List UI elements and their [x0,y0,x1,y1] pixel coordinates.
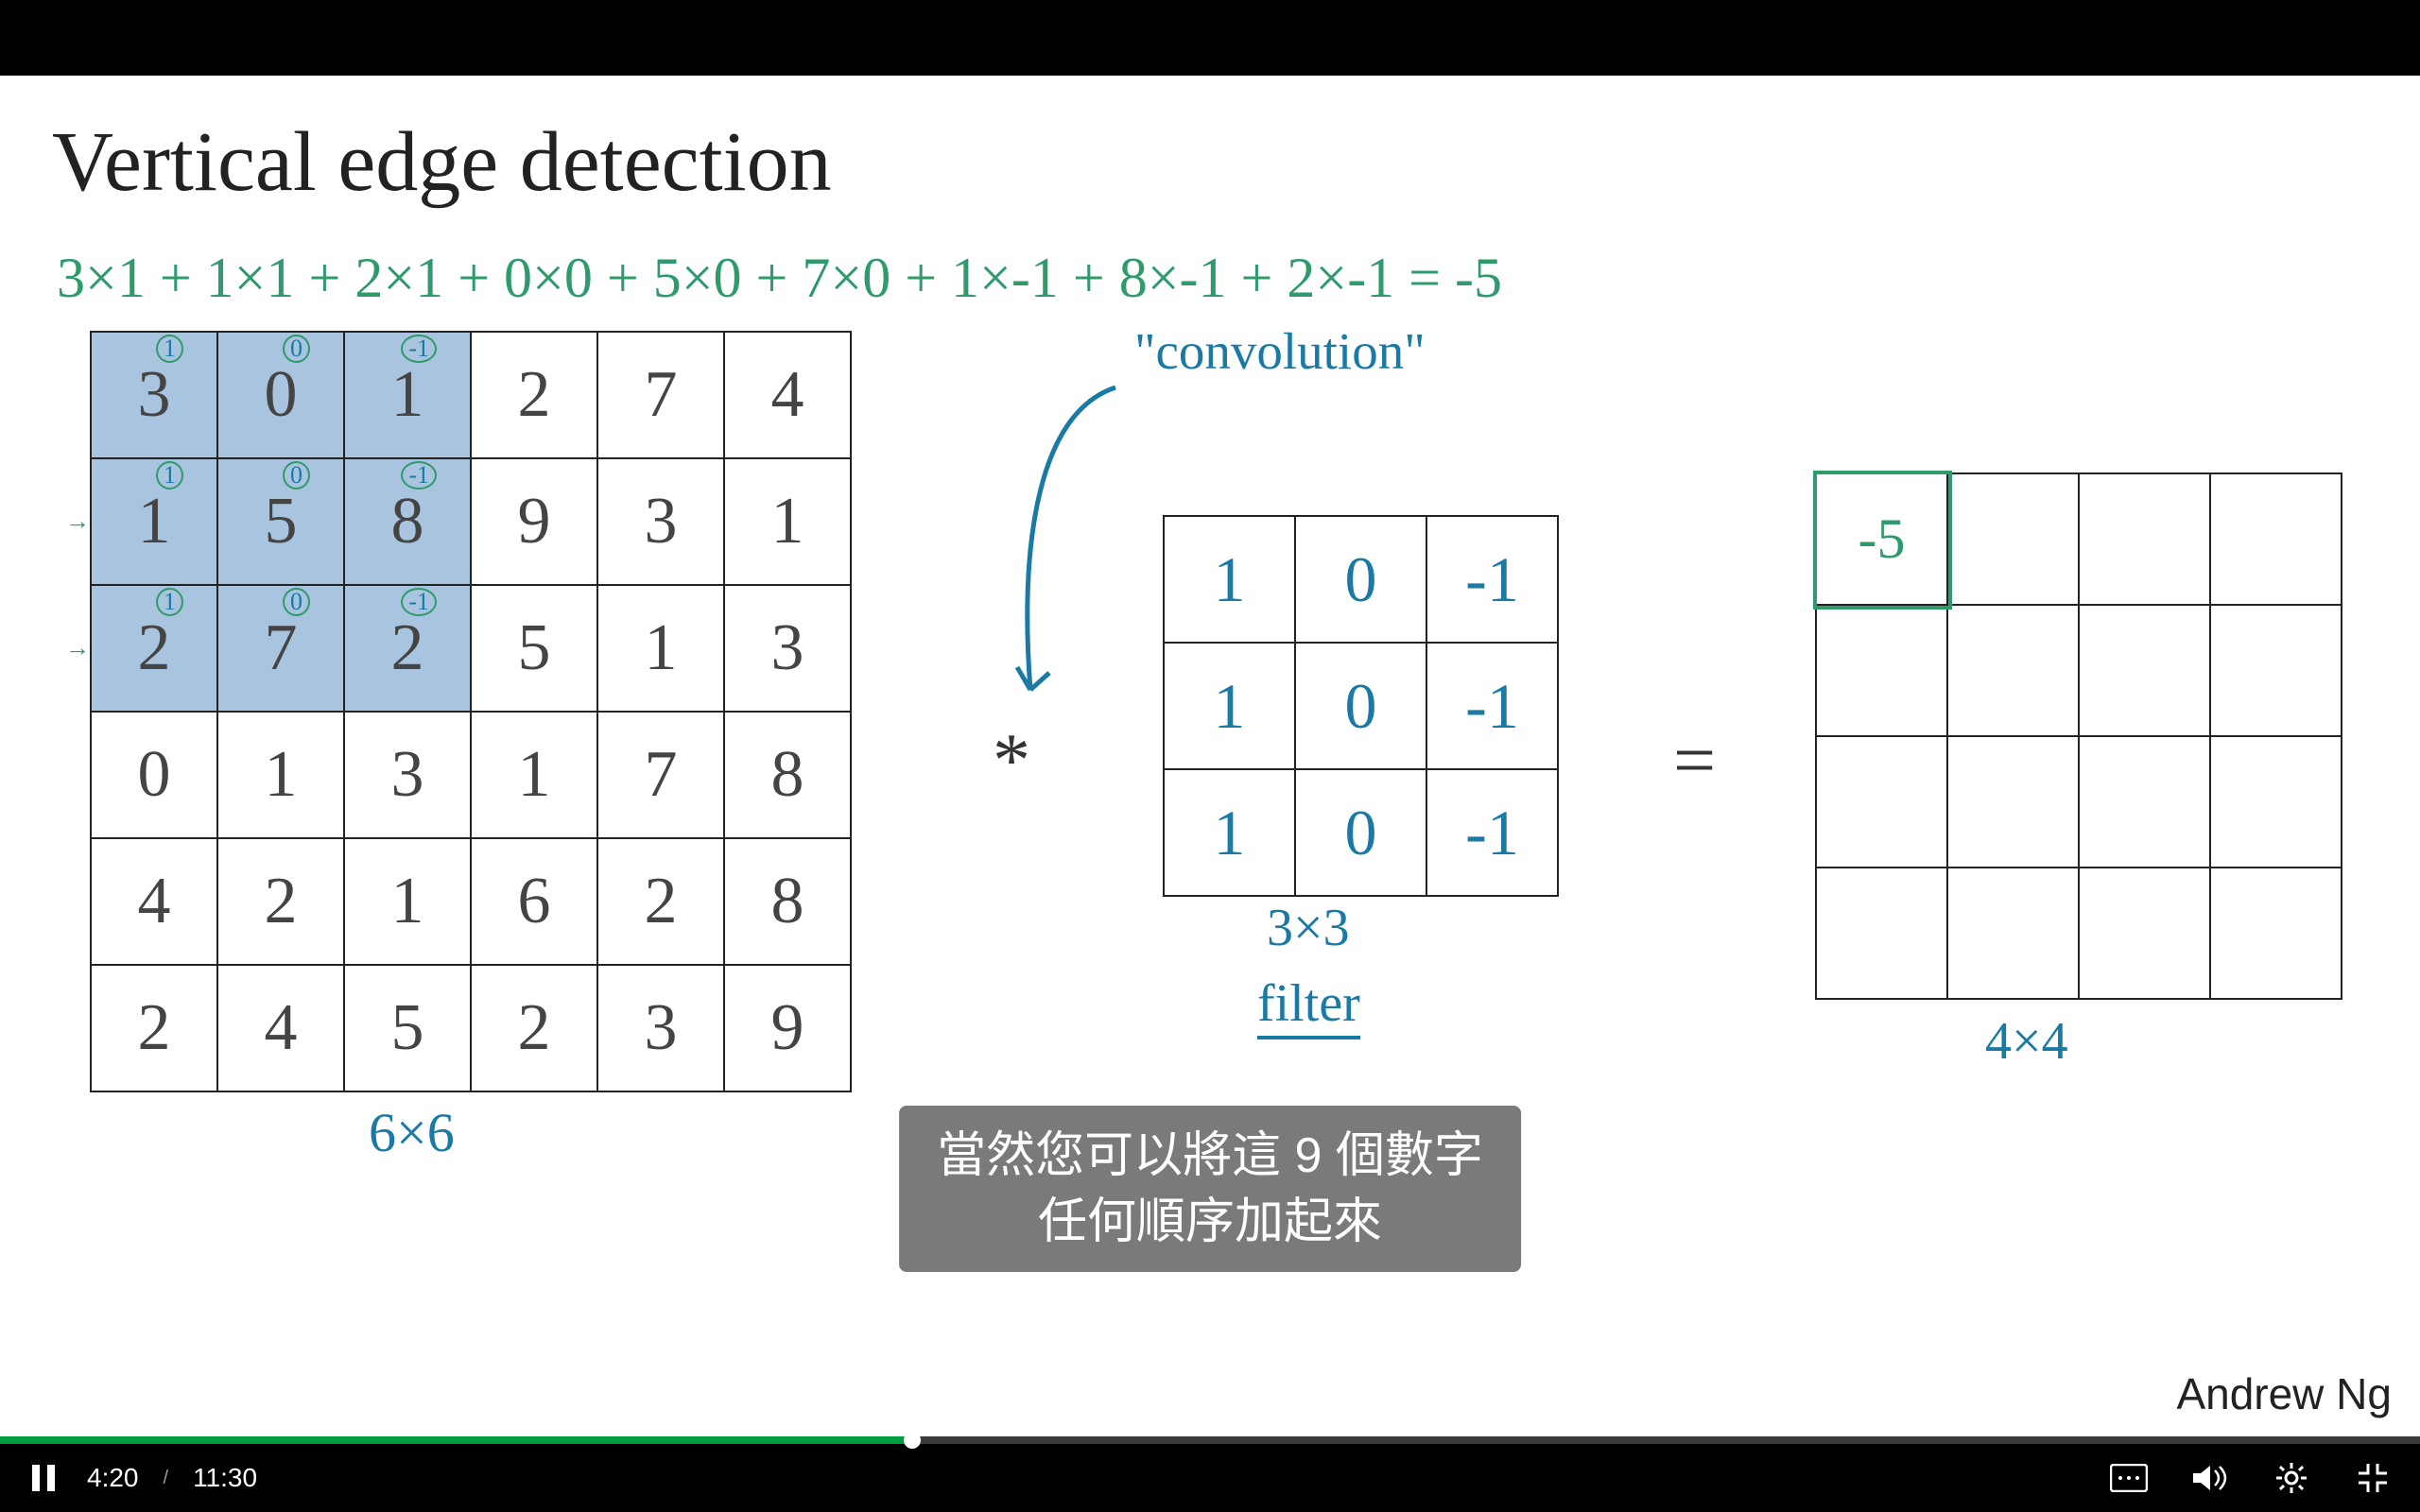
cell: -1 [1426,769,1558,896]
cell: 7 [597,712,724,838]
arrow-icon: → [65,634,90,662]
slide-content: Vertical edge detection 3×1 + 1×1 + 2×1 … [0,76,2420,1436]
exit-fullscreen-button[interactable] [2354,1459,2392,1497]
cell: 3 [724,585,851,712]
volume-icon [2191,1462,2229,1494]
subtitle-line: 任何順序加起來 [937,1189,1483,1255]
settings-button[interactable] [2273,1459,2310,1497]
cell [2210,868,2342,999]
progress-fill [0,1436,912,1444]
convolution-star: * [993,718,1030,804]
cell: 9 [471,458,597,585]
player-controls: 4:20 / 11:30 [0,1444,2420,1512]
cell: 1 [597,585,724,712]
input-size-label: 6×6 [369,1101,455,1164]
progress-bar[interactable] [0,1436,2420,1444]
cell: 1 [217,712,344,838]
author-credit: Andrew Ng [2176,1368,2392,1419]
cell: 1 [724,458,851,585]
filter-size-label: 3×3 [1267,898,1350,958]
cell: 1 [1164,643,1295,769]
cell: 9 [724,965,851,1091]
cell: 13 [91,332,217,458]
cell [2210,736,2342,868]
arrow-down-icon [1002,378,1134,718]
cell: 1 [344,838,471,965]
cell: 1 [1164,516,1295,643]
cell: →11 [91,458,217,585]
cell: 2 [471,332,597,458]
cell: -11 [344,332,471,458]
cell: -5 [1816,473,1947,605]
cell: 3 [597,965,724,1091]
cell: 8 [724,712,851,838]
cell [2079,473,2210,605]
input-matrix: 13 00 -11 2 7 4 →11 05 -18 9 3 1 →12 07 … [90,331,852,1092]
cell: 0 [1295,769,1426,896]
exit-fullscreen-icon [2356,1461,2390,1495]
equation-handwritten: 3×1 + 1×1 + 2×1 + 0×0 + 5×0 + 7×0 + 1×-1… [57,246,1502,311]
cell [2079,605,2210,736]
cell: -12 [344,585,471,712]
cell [2210,605,2342,736]
total-time: 11:30 [193,1463,257,1493]
cell: 4 [724,332,851,458]
slide-title: Vertical edge detection [52,113,832,211]
gear-icon [2274,1461,2308,1495]
cell: 0 [1295,516,1426,643]
output-size-label: 4×4 [1985,1011,2068,1072]
cell: 1 [1164,769,1295,896]
cell: 5 [344,965,471,1091]
captions-icon [2110,1464,2148,1492]
subtitle-caption: 當然您可以將這 9 個數字 任何順序加起來 [899,1106,1521,1272]
cell [1816,868,1947,999]
cell: 4 [91,838,217,965]
cell: 6 [471,838,597,965]
cell: 2 [597,838,724,965]
cell: 3 [597,458,724,585]
volume-button[interactable] [2191,1459,2229,1497]
cell [1947,868,2079,999]
captions-button[interactable] [2110,1459,2148,1497]
cell: 1 [471,712,597,838]
cell [1816,605,1947,736]
cell: 3 [344,712,471,838]
cell: 7 [597,332,724,458]
cell [1947,605,2079,736]
cell: 4 [217,965,344,1091]
output-matrix: -5 [1815,472,2342,1000]
cell: 8 [724,838,851,965]
pause-icon [30,1463,57,1493]
filter-label: filter [1257,973,1360,1040]
current-time: 4:20 [87,1463,139,1493]
cell: 00 [217,332,344,458]
cell: →12 [91,585,217,712]
cell [2079,868,2210,999]
cell [1947,473,2079,605]
cell: 5 [471,585,597,712]
equals-sign: = [1673,718,1716,804]
cell [2079,736,2210,868]
subtitle-line: 當然您可以將這 9 個數字 [937,1123,1483,1189]
pause-button[interactable] [25,1459,62,1497]
cell: 2 [217,838,344,965]
cell: 2 [471,965,597,1091]
time-separator: / [164,1468,169,1489]
cell [1816,736,1947,868]
cell [1947,736,2079,868]
convolution-label: "convolution" [1134,321,1426,381]
arrow-icon: → [65,507,90,536]
cell: -1 [1426,643,1558,769]
cell: -18 [344,458,471,585]
filter-matrix: 1 0 -1 1 0 -1 1 0 -1 [1163,515,1559,897]
cell: 05 [217,458,344,585]
cell: 07 [217,585,344,712]
cell [2210,473,2342,605]
cell: 0 [1295,643,1426,769]
cell: -1 [1426,516,1558,643]
cell: 2 [91,965,217,1091]
cell: 0 [91,712,217,838]
